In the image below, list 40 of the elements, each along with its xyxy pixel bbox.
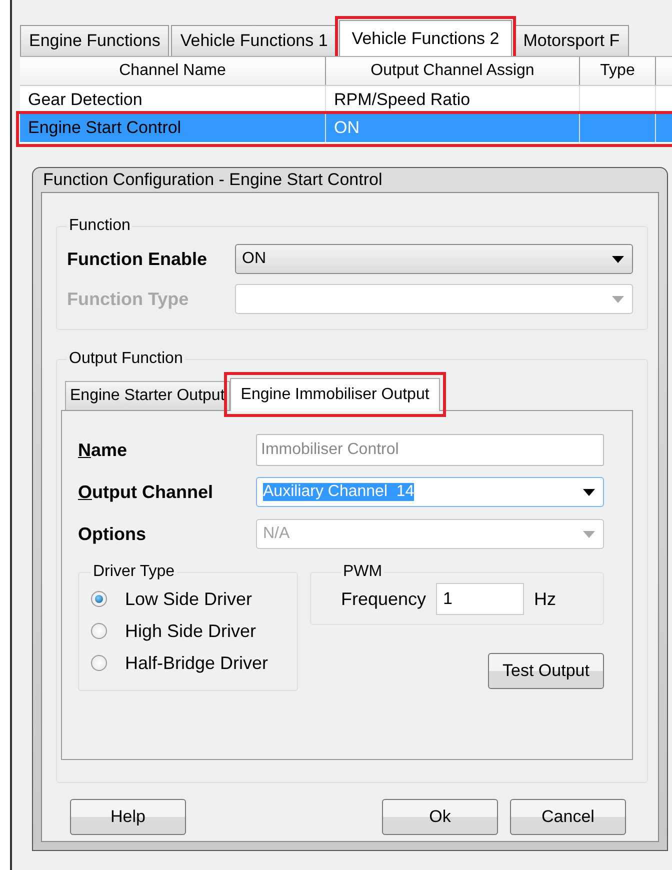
column-header[interactable]: Output Channel Assign: [326, 57, 580, 85]
field-label: Name: [78, 440, 128, 460]
field-label: Function Type: [67, 288, 190, 310]
radio-button[interactable]: [91, 591, 107, 607]
dropdown-arrow-icon: [612, 256, 624, 262]
test-output-button[interactable]: Test Output: [488, 653, 604, 689]
unit-label: Hz: [534, 588, 556, 610]
column-header[interactable]: Channel Name: [20, 57, 326, 85]
group-label: Driver Type: [92, 563, 176, 581]
frequency-field[interactable]: 1: [436, 583, 524, 615]
field-label: Function Enable: [67, 248, 208, 270]
field-value: Auxiliary Channel 14: [263, 483, 414, 501]
tab[interactable]: Engine Starter Output: [65, 381, 230, 410]
table-row[interactable]: Engine Start Control ON: [20, 114, 672, 142]
field-label: Frequency: [341, 588, 426, 610]
tab[interactable]: Engine Functions: [20, 25, 170, 56]
radio-button[interactable]: [91, 655, 107, 671]
dropdown-arrow-icon: [583, 530, 595, 538]
dialog-button[interactable]: Help: [70, 799, 186, 835]
dropdown-arrow-icon: [583, 488, 595, 496]
dialog-button[interactable]: Ok: [382, 799, 498, 835]
group-label: Function: [68, 217, 132, 235]
dropdown-arrow-icon: [612, 296, 624, 302]
field-value: N/A: [263, 525, 290, 543]
option-label: High Side Driver: [125, 620, 256, 642]
group-label: PWM: [342, 563, 384, 581]
column-header[interactable]: Type: [580, 57, 656, 85]
radio-button[interactable]: [91, 623, 107, 639]
tab[interactable]: Vehicle Functions 1: [171, 25, 337, 56]
field-value: Immobiliser Control: [261, 441, 399, 459]
group-label: Output Function: [68, 350, 184, 368]
option-label: Half-Bridge Driver: [125, 652, 268, 674]
dialog-button[interactable]: Cancel: [510, 799, 626, 835]
dialog-title: Function Configuration - Engine Start Control: [42, 169, 382, 191]
tab[interactable]: Motorsport F: [514, 25, 629, 56]
field-label: Output Channel: [78, 482, 214, 502]
dropdown-field[interactable]: ON: [235, 244, 633, 274]
field-label: Options: [78, 524, 147, 544]
tab[interactable]: Vehicle Functions 2: [338, 20, 512, 57]
option-label: Low Side Driver: [125, 588, 252, 610]
